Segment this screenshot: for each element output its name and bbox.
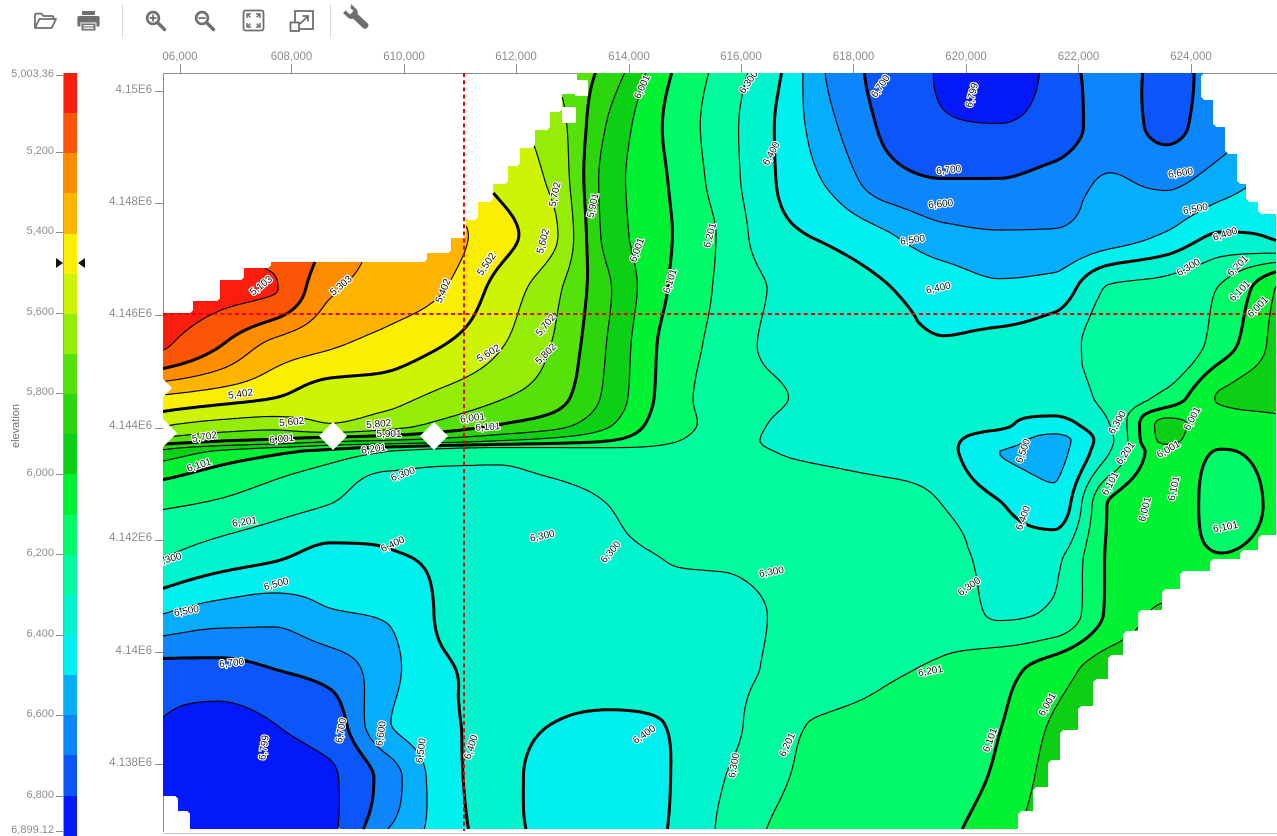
svg-text:5,901: 5,901 [376, 429, 401, 440]
svg-text:6,101: 6,101 [475, 421, 501, 434]
svg-text:6,700: 6,700 [936, 164, 962, 177]
svg-text:6,600: 6,600 [928, 198, 954, 211]
svg-text:6,001: 6,001 [269, 433, 295, 446]
